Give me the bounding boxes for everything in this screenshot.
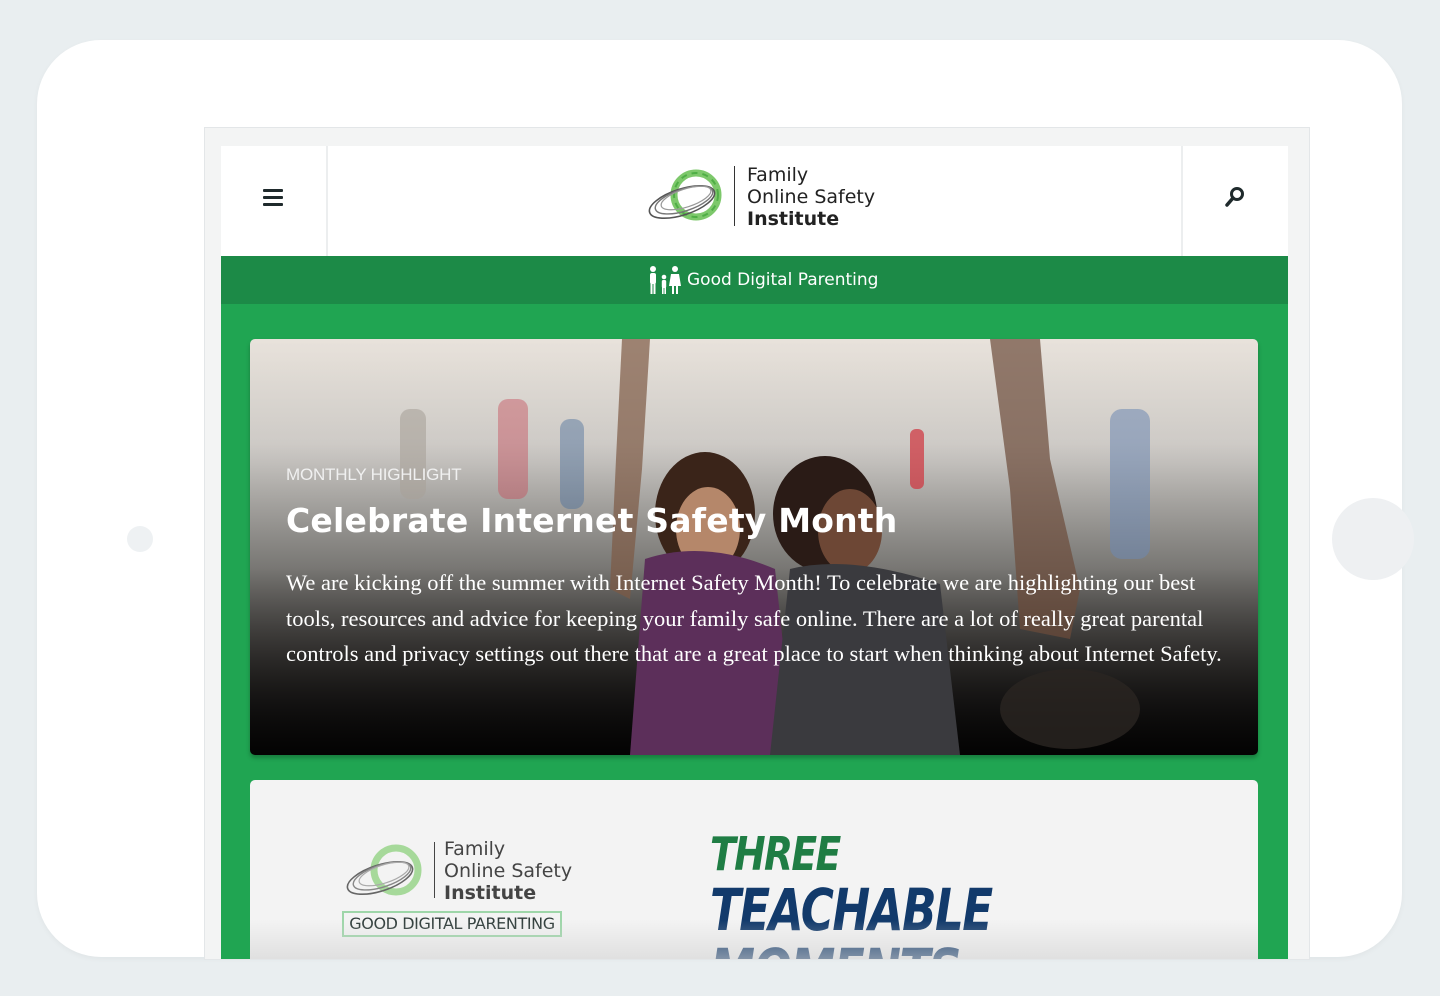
search-icon[interactable] xyxy=(1225,186,1245,208)
promo-fade xyxy=(250,920,1258,959)
promo-logo-wordmark: Family Online Safety Institute xyxy=(444,838,572,904)
family-icon xyxy=(650,266,681,294)
promo-logo-line-family: Family xyxy=(444,838,506,860)
logo-line-institute: Institute xyxy=(747,208,840,230)
tablet-home-button[interactable] xyxy=(1332,498,1414,580)
topic-link[interactable]: Good Digital Parenting xyxy=(647,264,878,296)
site-header: Family Online Safety Institute xyxy=(221,146,1288,256)
logo-swirl-icon xyxy=(346,844,422,896)
hero-title[interactable]: Celebrate Internet Safety Month xyxy=(286,501,897,540)
hamburger-menu-icon[interactable] xyxy=(263,189,283,206)
site-logo[interactable]: Family Online Safety Institute xyxy=(646,164,876,232)
logo-line-online-safety: Online Safety xyxy=(747,186,876,208)
promo-logo-line-online-safety: Online Safety xyxy=(444,860,573,882)
promo-logo-divider xyxy=(434,842,435,898)
promo-headline-three: THREE xyxy=(710,827,841,881)
topic-label[interactable]: Good Digital Parenting xyxy=(687,270,878,290)
hero-body: We are kicking off the summer with Inter… xyxy=(286,570,1222,666)
logo-swirl-icon xyxy=(648,169,722,221)
logo-divider xyxy=(734,166,735,226)
promo-logo-line-institute: Institute xyxy=(444,882,537,904)
content-area: MONTHLY HIGHLIGHT Celebrate Internet Saf… xyxy=(221,304,1288,959)
promo-logo: Family Online Safety Institute xyxy=(344,838,574,908)
promo-card[interactable]: Family Online Safety Institute GOOD DIGI… xyxy=(250,780,1258,959)
tablet-screen: Family Online Safety Institute Good Digi… xyxy=(204,127,1310,960)
hero-card[interactable]: MONTHLY HIGHLIGHT Celebrate Internet Saf… xyxy=(250,339,1258,755)
search-button[interactable] xyxy=(1181,146,1288,256)
website: Family Online Safety Institute Good Digi… xyxy=(221,146,1288,959)
tablet-camera xyxy=(127,526,153,552)
logo-wordmark: Family Online Safety Institute xyxy=(747,164,875,230)
topic-bar[interactable]: Good Digital Parenting xyxy=(221,256,1288,304)
hero-kicker: MONTHLY HIGHLIGHT xyxy=(286,465,462,484)
tablet-frame: Family Online Safety Institute Good Digi… xyxy=(37,40,1414,960)
logo-line-family: Family xyxy=(747,164,809,186)
menu-button[interactable] xyxy=(221,146,328,256)
hero-photo xyxy=(400,339,1150,755)
